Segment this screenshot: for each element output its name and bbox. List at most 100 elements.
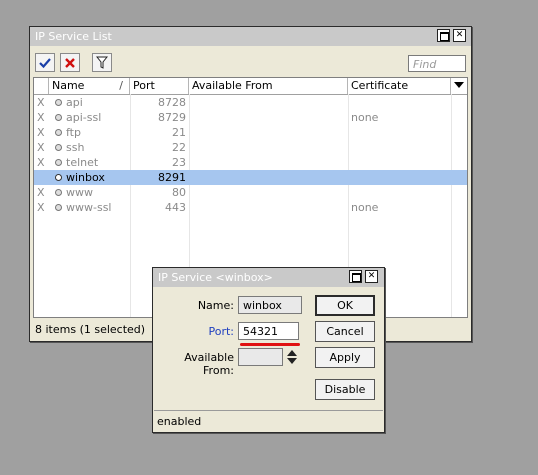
disable-button[interactable] — [60, 53, 80, 72]
row-available-from — [189, 185, 348, 200]
service-status-icon — [55, 129, 62, 136]
row-available-from — [189, 155, 348, 170]
row-available-from — [189, 140, 348, 155]
apply-button[interactable]: Apply — [315, 347, 375, 368]
row-port: 23 — [172, 156, 186, 169]
table-row[interactable]: winbox 8291 — [34, 170, 467, 185]
row-certificate: none — [351, 111, 379, 124]
table-header: Name / Port Available From Certificate — [34, 78, 467, 95]
row-name: api — [66, 96, 83, 109]
row-name-cell: www — [49, 185, 130, 200]
dialog-status-bar: enabled — [154, 410, 383, 431]
row-name: ssh — [66, 141, 85, 154]
list-window-title: IP Service List — [35, 30, 112, 43]
find-input[interactable]: Find — [408, 55, 466, 72]
row-name-cell: www-ssl — [49, 200, 130, 215]
row-flag: X — [37, 126, 45, 139]
table-row[interactable]: Xssh 22 — [34, 140, 467, 155]
checkmark-icon — [39, 58, 51, 69]
row-name-cell: telnet — [49, 155, 130, 170]
row-certificate: none — [351, 201, 379, 214]
row-flag: X — [37, 141, 45, 154]
row-flag: X — [37, 201, 45, 214]
column-available-from-header[interactable]: Available From — [189, 78, 348, 94]
dialog-titlebar[interactable]: IP Service <winbox> — [153, 268, 384, 287]
disable-button-dialog[interactable]: Disable — [315, 379, 375, 400]
row-port: 8291 — [158, 171, 186, 184]
dialog-close-button[interactable] — [365, 270, 378, 283]
column-name-label: Name — [52, 79, 85, 92]
row-name-cell: api-ssl — [49, 110, 130, 125]
table-row[interactable]: Xwww 80 — [34, 185, 467, 200]
enable-button[interactable] — [35, 53, 55, 72]
x-icon — [65, 58, 75, 68]
row-flag: X — [37, 186, 45, 199]
maximize-button[interactable] — [437, 29, 450, 42]
service-status-icon — [55, 159, 62, 166]
port-input[interactable]: 54321 — [238, 322, 299, 340]
ip-service-dialog: IP Service <winbox> Name: winbox Port: 5… — [152, 267, 385, 433]
row-name-cell: ssh — [49, 140, 130, 155]
dialog-title: IP Service <winbox> — [158, 271, 273, 284]
port-value: 54321 — [243, 325, 278, 338]
service-status-icon — [55, 174, 62, 181]
sort-indicator-icon: / — [119, 79, 123, 92]
table-row[interactable]: Xapi 8728 — [34, 95, 467, 110]
port-highlight-underline — [240, 343, 300, 346]
available-from-label: Available From: — [184, 351, 234, 377]
row-port: 21 — [172, 126, 186, 139]
port-label: Port: — [208, 325, 234, 338]
filter-button[interactable] — [92, 53, 112, 72]
cancel-button[interactable]: Cancel — [315, 321, 375, 342]
row-flag: X — [37, 156, 45, 169]
row-certificate — [348, 185, 451, 200]
row-port: 8729 — [158, 111, 186, 124]
service-status-icon — [55, 99, 62, 106]
name-value: winbox — [243, 299, 282, 312]
list-status-text: 8 items (1 selected) — [35, 323, 146, 336]
list-titlebar[interactable]: IP Service List — [30, 27, 471, 46]
dropdown-arrow-icon — [454, 82, 464, 88]
column-name-header[interactable]: Name / — [49, 78, 130, 94]
row-flag: X — [37, 96, 45, 109]
row-name: ftp — [66, 126, 81, 139]
table-row[interactable]: Xwww-ssl 443 none — [34, 200, 467, 215]
column-port-header[interactable]: Port — [130, 78, 189, 94]
service-status-icon — [55, 204, 62, 211]
row-available-from — [189, 200, 348, 215]
column-menu-button[interactable] — [451, 78, 467, 94]
row-name: www-ssl — [66, 201, 112, 214]
row-available-from — [189, 170, 348, 185]
close-button[interactable] — [453, 29, 466, 42]
available-from-field[interactable] — [238, 348, 283, 366]
row-certificate — [348, 125, 451, 140]
name-label: Name: — [197, 299, 234, 312]
filter-icon — [95, 56, 109, 69]
column-flag-header[interactable] — [34, 78, 49, 94]
find-placeholder: Find — [413, 58, 437, 71]
row-flag — [34, 170, 49, 185]
row-available-from — [189, 110, 348, 125]
table-row[interactable]: Xtelnet 23 — [34, 155, 467, 170]
column-certificate-label: Certificate — [351, 79, 409, 92]
row-name-cell: api — [49, 95, 130, 110]
row-flag: X — [37, 111, 45, 124]
row-certificate — [348, 95, 451, 110]
row-name: telnet — [66, 156, 99, 169]
service-status-icon — [55, 189, 62, 196]
dialog-maximize-button[interactable] — [349, 270, 362, 283]
table-row[interactable]: Xapi-ssl 8729 none — [34, 110, 467, 125]
row-port: 22 — [172, 141, 186, 154]
row-available-from — [189, 125, 348, 140]
row-port: 8728 — [158, 96, 186, 109]
table-row[interactable]: Xftp 21 — [34, 125, 467, 140]
ok-button[interactable]: OK — [315, 295, 375, 316]
expand-arrows-icon[interactable] — [287, 350, 297, 364]
column-port-label: Port — [133, 79, 155, 92]
row-name: winbox — [66, 171, 105, 184]
column-certificate-header[interactable]: Certificate — [348, 78, 451, 94]
service-status-icon — [55, 114, 62, 121]
column-available-from-label: Available From — [192, 79, 273, 92]
service-status-icon — [55, 144, 62, 151]
row-port: 80 — [172, 186, 186, 199]
